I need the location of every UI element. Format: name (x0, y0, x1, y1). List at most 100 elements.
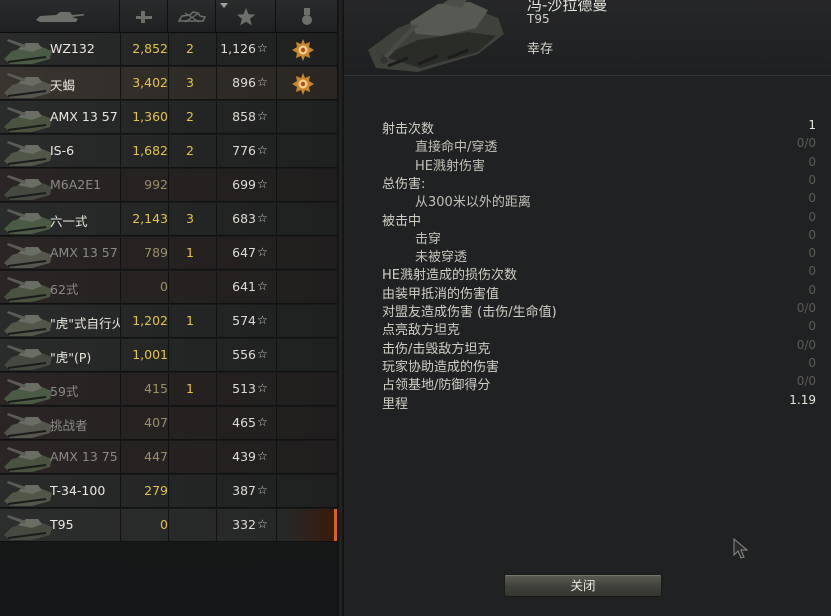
damage-value: 2,143 (132, 211, 168, 226)
stat-value: 0 (808, 319, 816, 334)
sort-by-kills-header[interactable] (168, 0, 216, 33)
tank-name: 62式 (50, 282, 79, 297)
stat-row: 击穿 0 (382, 228, 816, 247)
roster-row[interactable]: M6A2E1 992 699 ☆ (0, 169, 337, 202)
roster-row[interactable]: IS-6 1,682 2 776 ☆ (0, 135, 337, 168)
xp-value: 858 (232, 109, 256, 124)
tank-thumbnail (4, 175, 52, 200)
vehicle-portrait (368, 0, 504, 72)
stat-row: 未被穿透 0 (382, 246, 816, 266)
xp-value: 439 (232, 449, 256, 464)
xp-value: 699 (232, 177, 256, 192)
tank-thumbnail (4, 481, 52, 506)
damage-value: 415 (144, 381, 168, 396)
sort-by-tank-header[interactable] (0, 0, 120, 33)
roster-row[interactable]: "虎"式自行火 1,202 1 574 ☆ (0, 305, 337, 338)
achievements-header[interactable] (276, 0, 337, 33)
close-button[interactable]: 关闭 (504, 574, 662, 597)
roster-row[interactable]: AMX 13 75 447 439 ☆ (0, 441, 337, 474)
tank-name: 挑战者 (50, 418, 88, 433)
stat-label: 玩家协助造成的伤害 (382, 359, 500, 375)
roster-header (0, 0, 337, 33)
stat-label: 点亮敌方坦克 (382, 323, 461, 339)
roster-row[interactable]: AMX 13 57 789 1 647 ☆ (0, 237, 337, 270)
sort-chevron-icon (220, 3, 228, 8)
damage-icon (135, 10, 152, 23)
xp-value: 776 (232, 143, 256, 158)
stat-label: 对盟友造成伤害 (击伤/生命值) (382, 305, 557, 320)
tank-thumbnail (4, 447, 52, 472)
tank-name: 59式 (50, 384, 79, 399)
stat-row: 点亮敌方坦克 0 (382, 319, 816, 339)
stat-label: 占领基地/防御得分 (382, 378, 491, 394)
kills-value: 1 (186, 245, 194, 260)
damage-value: 992 (144, 177, 168, 192)
star-icon: ☆ (257, 483, 268, 497)
top-gun-medal-icon[interactable] (291, 38, 315, 62)
star-icon: ☆ (257, 381, 268, 395)
tank-thumbnail (4, 345, 52, 370)
stat-label: HE溅射伤害 (415, 158, 485, 174)
stat-label: 总伤害: (382, 176, 426, 192)
stat-label: 直接命中/穿透 (415, 140, 498, 156)
stat-label: HE溅射造成的损伤次数 (382, 268, 517, 284)
roster-row[interactable]: 59式 415 1 513 ☆ (0, 373, 337, 406)
tank-name: AMX 13 57 (50, 245, 118, 260)
stat-label: 未被穿透 (415, 250, 468, 266)
damage-value: 0 (160, 279, 168, 294)
damage-value: 407 (144, 415, 168, 430)
tank-name: IS-6 (50, 143, 75, 158)
xp-value: 1,126 (220, 41, 256, 56)
stat-value: 0 (808, 154, 816, 169)
tank-name: M6A2E1 (50, 177, 102, 192)
top-gun-medal-icon[interactable] (291, 72, 315, 96)
kills-value: 1 (186, 313, 194, 328)
damage-value: 1,360 (132, 109, 168, 124)
star-icon: ☆ (257, 143, 268, 157)
stat-label: 被击中 (382, 213, 422, 229)
vehicle-name: T95 (527, 12, 550, 26)
roster-row[interactable]: "虎"(P) 1,001 556 ☆ (0, 339, 337, 372)
tank-name: 六一式 (50, 214, 88, 229)
stat-row: 被击中 0 (382, 210, 816, 229)
stat-row: 对盟友造成伤害 (击伤/生命值) 0/0 (382, 301, 816, 320)
stat-value: 0/0 (796, 301, 816, 315)
stat-value: 0 (808, 191, 816, 206)
stat-value: 1.19 (789, 392, 816, 407)
stat-label: 里程 (382, 396, 409, 412)
player-header: 冯-沙拉德曼 T95 幸存 (344, 0, 831, 76)
player-detail-panel: 冯-沙拉德曼 T95 幸存 射击次数 1 直接命中/穿透 0/0 HE溅射伤害 0 总伤害:… (344, 0, 831, 616)
tank-thumbnail (4, 277, 52, 302)
roster-row[interactable]: AMX 13 57 1,360 2 858 ☆ (0, 101, 337, 134)
roster-row[interactable]: T-34-100 279 387 ☆ (0, 475, 337, 508)
tank-name: T-34-100 (50, 483, 106, 498)
roster-row[interactable]: T95 0 332 ☆ (0, 509, 337, 542)
xp-value: 683 (232, 211, 256, 226)
damage-value: 447 (144, 449, 168, 464)
tank-thumbnail (4, 413, 52, 438)
roster-row[interactable]: 六一式 2,143 3 683 ☆ (0, 203, 337, 236)
xp-value: 647 (232, 245, 256, 260)
star-icon: ☆ (257, 109, 268, 123)
damage-value: 1,682 (132, 143, 168, 158)
damage-value: 3,402 (132, 75, 168, 90)
roster-row[interactable]: 天蝎 3,402 3 896 ☆ (0, 67, 337, 100)
tank-name: "虎"(P) (50, 350, 92, 365)
roster-row[interactable]: 62式 0 641 ☆ (0, 271, 337, 304)
tank-name: WZ132 (50, 41, 95, 56)
sort-by-xp-header[interactable] (216, 0, 276, 33)
stat-value: 0 (808, 264, 816, 279)
team-roster-panel: WZ132 2,852 2 1,126 ☆ 天蝎 3,402 3 896 ☆ AMX 13 57 1,… (0, 0, 337, 616)
star-icon: ☆ (257, 211, 268, 225)
tank-name: "虎"式自行火 (50, 316, 120, 331)
kills-value: 2 (186, 109, 194, 124)
sort-by-damage-header[interactable] (120, 0, 168, 33)
star-icon: ☆ (257, 313, 268, 327)
roster-row[interactable]: WZ132 2,852 2 1,126 ☆ (0, 33, 337, 66)
stat-row: 从300米以外的距离 0 (382, 191, 816, 211)
stat-label: 从300米以外的距离 (415, 195, 531, 211)
stat-row: 由装甲抵消的伤害值 0 (382, 283, 816, 302)
damage-value: 1,001 (132, 347, 168, 362)
xp-value: 332 (232, 517, 256, 532)
roster-row[interactable]: 挑战者 407 465 ☆ (0, 407, 337, 440)
